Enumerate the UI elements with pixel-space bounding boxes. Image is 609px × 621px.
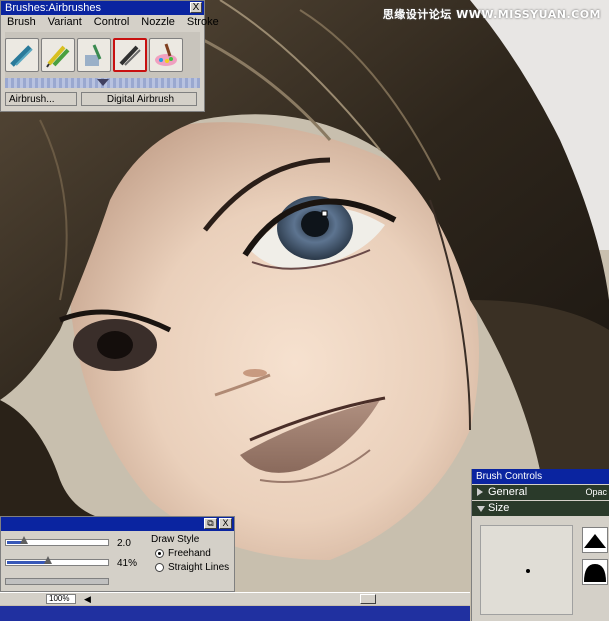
draw-style-label: Draw Style	[151, 534, 200, 545]
draw-style-group: Draw Style Freehand Straight Lines	[151, 534, 229, 573]
freehand-label: Freehand	[168, 548, 211, 559]
scroll-left-icon[interactable]: ◀	[84, 593, 91, 605]
freehand-radio[interactable]	[155, 549, 164, 558]
brush-variant-select[interactable]: Digital Airbrush	[81, 92, 197, 106]
brush-controls-panel: Brush Controls General Opac Size	[471, 469, 609, 621]
menu-control[interactable]: Control	[88, 15, 135, 30]
grain-slider[interactable]	[5, 576, 113, 588]
menu-brush[interactable]: Brush	[1, 15, 42, 30]
status-bar: 100% ◀	[0, 592, 470, 605]
opacity-slider-thumb[interactable]	[44, 556, 52, 564]
brush-dot-preview	[526, 569, 530, 573]
taskbar-strip	[0, 606, 470, 621]
size-value: 2.0	[117, 538, 131, 549]
menu-variant[interactable]: Variant	[42, 15, 88, 30]
size-label: Size	[488, 502, 510, 514]
brush-icon-row	[5, 32, 200, 78]
straight-lines-option[interactable]: Straight Lines	[155, 562, 229, 573]
round-tip-button[interactable]	[582, 559, 608, 585]
menu-stroke[interactable]: Stroke	[181, 15, 225, 30]
water-brush-icon[interactable]	[77, 38, 111, 72]
pencils-icon[interactable]	[41, 38, 75, 72]
watermark-text: 思缘设计论坛 WWW.MISSYUAN.COM	[382, 8, 601, 21]
opacity-value: 41%	[117, 558, 138, 569]
stroke-titlebar[interactable]: ⧉ X	[1, 517, 234, 531]
brush-size-preview	[480, 525, 573, 615]
straight-lines-radio[interactable]	[155, 563, 164, 572]
freehand-option[interactable]: Freehand	[155, 548, 229, 559]
zoom-field[interactable]: 100%	[46, 594, 76, 604]
chevron-down-icon	[477, 506, 485, 512]
airbrush-selected-icon[interactable]	[113, 38, 147, 72]
round-tip-icon	[584, 564, 606, 582]
close-icon[interactable]: X	[219, 518, 232, 529]
pointed-tip-icon	[584, 534, 606, 548]
grain-slider-track[interactable]	[5, 578, 109, 585]
brush-library-strip[interactable]	[5, 78, 200, 88]
brush-selectors: Airbrush... Digital Airbrush	[5, 92, 200, 106]
general-label: General	[488, 486, 528, 498]
chevron-down-icon[interactable]	[97, 79, 109, 86]
size-slider[interactable]	[5, 536, 113, 549]
straight-lines-label: Straight Lines	[168, 562, 230, 573]
horizontal-scrollbar-thumb[interactable]	[360, 594, 376, 604]
stroke-panel: ⧉ X 2.0 41% Draw Style Freehand Straight…	[0, 516, 235, 592]
brushes-titlebar[interactable]: Brushes:Airbrushes X	[1, 1, 204, 15]
opacity-slider[interactable]	[5, 556, 113, 569]
restore-icon[interactable]: ⧉	[204, 518, 217, 529]
size-slider-thumb[interactable]	[20, 536, 28, 544]
brushes-menubar: Brush Variant Control Nozzle Stroke	[1, 15, 219, 30]
pointed-tip-button[interactable]	[582, 527, 608, 553]
opacity-slider-fill	[7, 561, 48, 564]
close-icon[interactable]: X	[190, 2, 202, 13]
chevron-right-icon	[477, 488, 483, 496]
brushes-title: Brushes:Airbrushes	[5, 2, 101, 14]
general-opacity-label: Opac	[585, 487, 607, 497]
size-section-header[interactable]: Size	[472, 501, 609, 516]
brush-category-select[interactable]: Airbrush...	[5, 92, 77, 106]
menu-nozzle[interactable]: Nozzle	[135, 15, 181, 30]
opacity-slider-track[interactable]	[5, 559, 109, 566]
brushes-panel: Brushes:Airbrushes X Brush Variant Contr…	[0, 0, 219, 112]
brush-controls-title[interactable]: Brush Controls	[472, 469, 609, 484]
palette-brush-icon[interactable]	[149, 38, 183, 72]
general-section-header[interactable]: General Opac	[472, 485, 609, 500]
airbrush-icon[interactable]	[5, 38, 39, 72]
